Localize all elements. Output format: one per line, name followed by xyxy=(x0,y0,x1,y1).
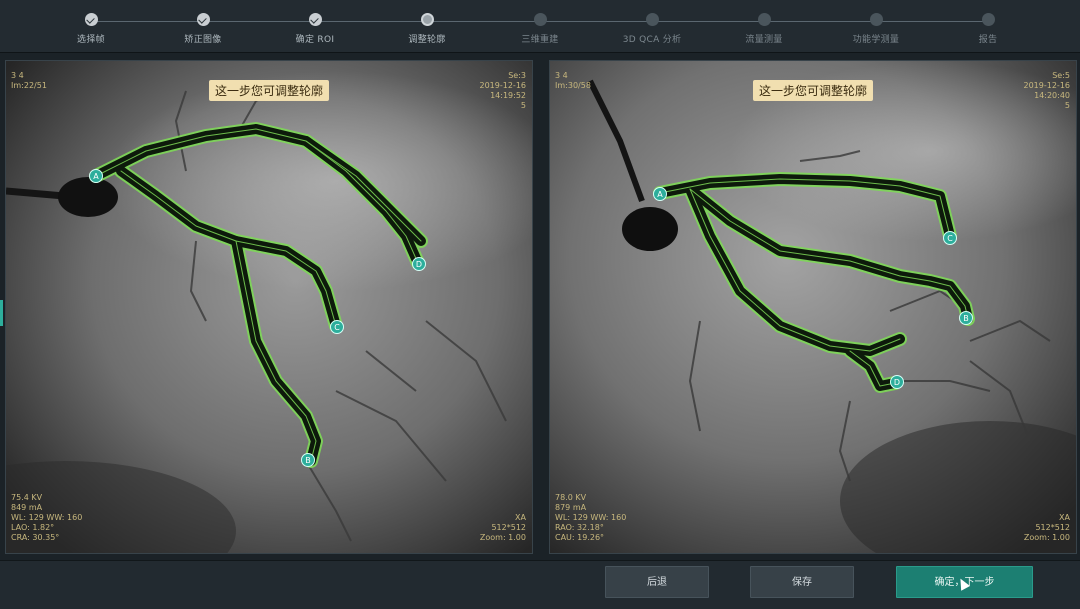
marker-b[interactable]: B xyxy=(959,311,973,325)
step-label: 确定 ROI xyxy=(295,35,335,45)
step-correct-image[interactable]: 矫正图像 xyxy=(147,13,259,45)
pending-step-icon xyxy=(981,13,995,26)
step-3d-reconstruction[interactable]: 三维重建 xyxy=(484,13,596,45)
check-icon xyxy=(84,13,98,26)
hint-banner: 这一步您可调整轮廓 xyxy=(208,80,330,101)
marker-d[interactable]: D xyxy=(412,257,426,271)
back-button[interactable]: 后退 xyxy=(605,566,709,598)
svg-text:B: B xyxy=(963,314,969,323)
overlay-top-right: Se:3 2019-12-16 14:19:52 5 xyxy=(479,71,527,110)
marker-a[interactable]: A xyxy=(89,169,103,183)
angiogram-image-right: A C B D xyxy=(550,61,1076,553)
step-3d-qca[interactable]: 3D QCA 分析 xyxy=(596,13,708,45)
marker-a[interactable]: A xyxy=(653,187,667,201)
workflow-stepper: 选择帧 矫正图像 确定 ROI 调整轮廓 三维重建 3D QCA 分析 流量测量… xyxy=(0,0,1080,53)
step-label: 报告 xyxy=(978,35,998,45)
action-bar: 后退 保存 确定，下一步 xyxy=(0,560,1080,609)
check-icon xyxy=(196,13,210,26)
step-label: 功能学测量 xyxy=(852,35,900,45)
step-label: 选择帧 xyxy=(77,35,105,45)
marker-c[interactable]: C xyxy=(330,320,344,334)
step-select-frame[interactable]: 选择帧 xyxy=(35,13,147,45)
side-panel-handle[interactable] xyxy=(0,300,3,326)
left-angiogram-view[interactable]: A D C B 这一步您可调整轮廓 3 4 Im:22/51 Se:3 2019… xyxy=(5,60,533,554)
overlay-bottom-left: 75.4 KV 849 mA WL: 129 WW: 160 LAO: 1.82… xyxy=(11,493,83,542)
step-confirm-roi[interactable]: 确定 ROI xyxy=(259,13,371,45)
pending-step-icon xyxy=(869,13,883,26)
pending-step-icon xyxy=(533,13,547,26)
marker-c[interactable]: C xyxy=(943,231,957,245)
step-label: 矫正图像 xyxy=(184,35,222,45)
svg-text:A: A xyxy=(657,190,663,199)
overlay-top-left: 3 4 Im:30/58 xyxy=(555,71,591,90)
hint-banner: 这一步您可调整轮廓 xyxy=(752,80,874,101)
svg-text:D: D xyxy=(894,378,900,387)
step-label: 调整轮廓 xyxy=(408,35,446,45)
right-angiogram-view[interactable]: A C B D 这一步您可调整轮廓 3 4 Im:30/58 Se:5 2019… xyxy=(549,60,1077,554)
step-flow-measure[interactable]: 流量测量 xyxy=(708,13,820,45)
step-label: 3D QCA 分析 xyxy=(622,35,682,45)
step-functional-measure[interactable]: 功能学测量 xyxy=(820,13,932,45)
overlay-bottom-right: XA 512*512 Zoom: 1.00 xyxy=(1023,513,1070,542)
step-report[interactable]: 报告 xyxy=(932,13,1044,45)
svg-text:D: D xyxy=(416,260,422,269)
svg-text:A: A xyxy=(93,172,99,181)
pending-step-icon xyxy=(757,13,771,26)
save-button[interactable]: 保存 xyxy=(750,566,854,598)
svg-text:B: B xyxy=(305,456,311,465)
overlay-bottom-left: 78.0 KV 879 mA WL: 129 WW: 160 RAO: 32.1… xyxy=(555,493,627,542)
overlay-top-right: Se:5 2019-12-16 14:20:40 5 xyxy=(1023,71,1071,110)
pending-step-icon xyxy=(645,13,659,26)
current-step-icon xyxy=(420,13,434,26)
angiogram-image-left: A D C B xyxy=(6,61,532,553)
check-icon xyxy=(308,13,322,26)
step-label: 三维重建 xyxy=(521,35,559,45)
step-label: 流量测量 xyxy=(745,35,783,45)
marker-d[interactable]: D xyxy=(890,375,904,389)
svg-text:C: C xyxy=(947,234,953,243)
overlay-bottom-right: XA 512*512 Zoom: 1.00 xyxy=(479,513,526,542)
svg-text:C: C xyxy=(334,323,340,332)
step-adjust-contour[interactable]: 调整轮廓 xyxy=(371,13,483,45)
marker-b[interactable]: B xyxy=(301,453,315,467)
overlay-top-left: 3 4 Im:22/51 xyxy=(11,71,47,90)
